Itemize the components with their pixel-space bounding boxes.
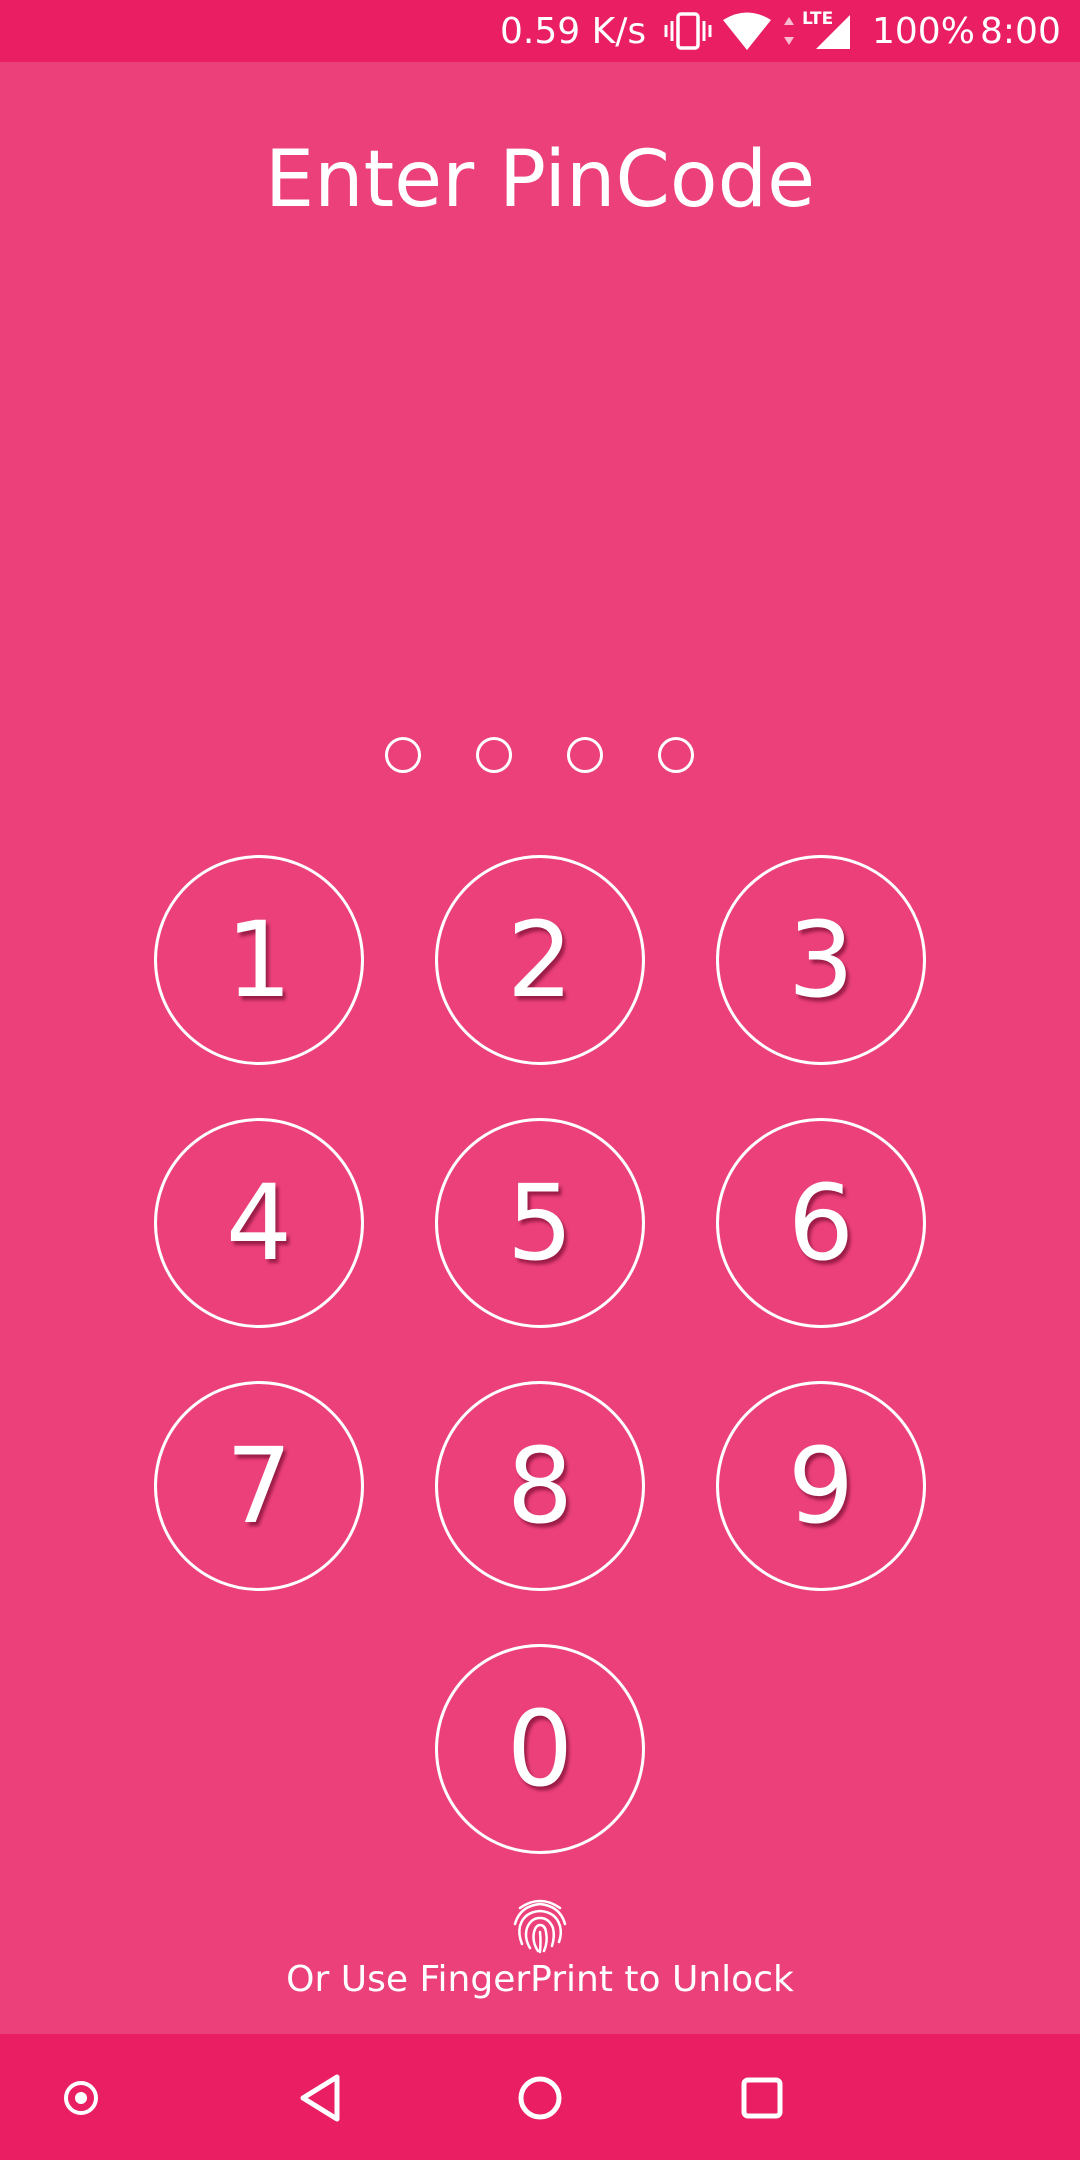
pin-dot: [476, 737, 512, 773]
fingerprint-label: Or Use FingerPrint to Unlock: [286, 1959, 794, 2000]
key-6[interactable]: 6: [716, 1118, 926, 1328]
key-1[interactable]: 1: [154, 855, 364, 1065]
vibrate-icon: [664, 10, 712, 52]
data-arrows-icon: [782, 10, 796, 52]
key-2[interactable]: 2: [435, 855, 645, 1065]
key-8[interactable]: 8: [435, 1381, 645, 1591]
navigation-bar: [0, 2034, 1080, 2160]
key-7[interactable]: 7: [154, 1381, 364, 1591]
page-title: Enter PinCode: [264, 135, 816, 225]
key-9[interactable]: 9: [716, 1381, 926, 1591]
home-icon[interactable]: [500, 2058, 580, 2138]
battery-level: 100%: [872, 10, 975, 52]
pin-dot: [385, 737, 421, 773]
back-icon[interactable]: [280, 2058, 360, 2138]
wifi-icon: [722, 10, 772, 52]
pin-dot: [567, 737, 603, 773]
assistant-icon[interactable]: [41, 2058, 121, 2138]
pin-dot: [658, 737, 694, 773]
key-3[interactable]: 3: [716, 855, 926, 1065]
key-5[interactable]: 5: [435, 1118, 645, 1328]
fingerprint-icon[interactable]: [510, 1894, 570, 1954]
network-speed: 0.59 K/s: [500, 10, 647, 52]
recents-icon[interactable]: [722, 2058, 802, 2138]
clock: 8:00: [980, 10, 1061, 52]
key-0[interactable]: 0: [435, 1644, 645, 1854]
cell-signal-icon: [812, 10, 852, 52]
status-bar: 0.59 K/s LTE 100% 8:00: [0, 0, 1080, 62]
key-4[interactable]: 4: [154, 1118, 364, 1328]
